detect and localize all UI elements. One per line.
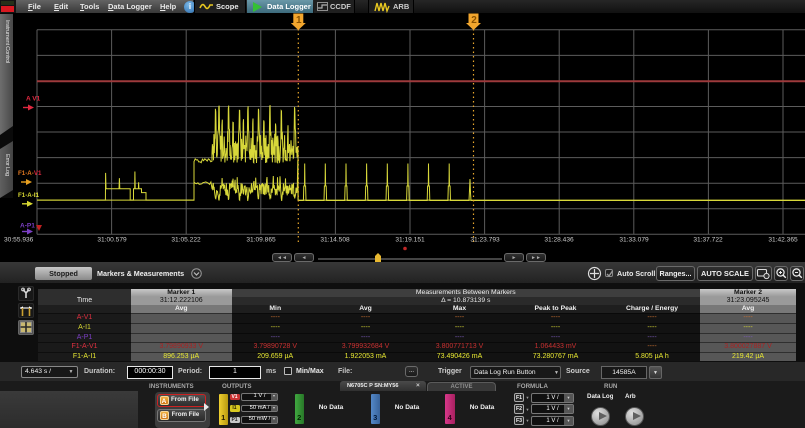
svg-text:31:28.436: 31:28.436 xyxy=(544,237,574,244)
svg-text:31:37.722: 31:37.722 xyxy=(693,237,723,244)
svg-text:F1-A-I1: F1-A-I1 xyxy=(18,192,40,199)
svg-text:A V1: A V1 xyxy=(26,96,41,103)
svg-text:F1-A-V1: F1-A-V1 xyxy=(18,170,42,177)
svg-text:31:19.151: 31:19.151 xyxy=(395,237,425,244)
svg-text:31:23.793: 31:23.793 xyxy=(470,237,500,244)
svg-text:31:05.222: 31:05.222 xyxy=(171,237,201,244)
svg-text:31:00.579: 31:00.579 xyxy=(97,237,127,244)
svg-text:31:42.365: 31:42.365 xyxy=(768,237,798,244)
svg-text:A-P1: A-P1 xyxy=(20,223,35,230)
svg-text:31:09.865: 31:09.865 xyxy=(246,237,276,244)
svg-text:2: 2 xyxy=(471,15,477,26)
svg-text:31:33.079: 31:33.079 xyxy=(619,237,649,244)
svg-text:30:55.936: 30:55.936 xyxy=(4,237,34,244)
svg-text:1: 1 xyxy=(296,15,302,26)
svg-text:31:14.508: 31:14.508 xyxy=(320,237,350,244)
